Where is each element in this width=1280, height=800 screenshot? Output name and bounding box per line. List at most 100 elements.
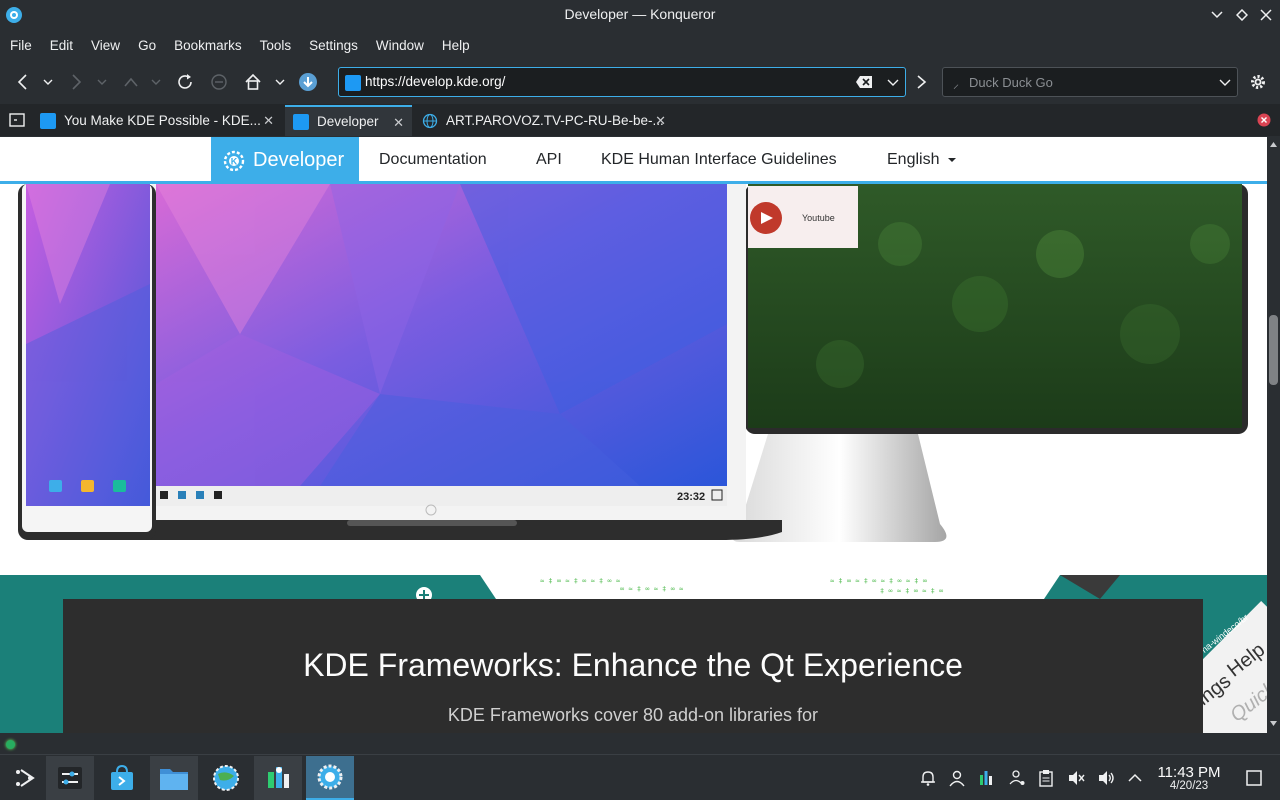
stop-icon[interactable]	[207, 70, 231, 94]
url-bar[interactable]: https://develop.kde.org/	[338, 67, 906, 97]
nav-hig-link[interactable]: KDE Human Interface Guidelines	[601, 151, 837, 169]
forward-history-dropdown[interactable]	[92, 70, 112, 94]
digital-clock[interactable]: 11:43 PM 4/20/23	[1150, 764, 1228, 792]
search-input[interactable]: Duck Duck Go	[969, 75, 1053, 90]
system-tray-expand-chevron-up-icon[interactable]	[1125, 768, 1145, 788]
tab-developer[interactable]: Developer ✕	[285, 105, 412, 136]
svg-text:≈ ‡ ∞ ≈ ‡ ∞ ≈ ‡ ∞ ≈: ≈ ‡ ∞ ≈ ‡ ∞ ≈ ‡ ∞ ≈	[540, 577, 620, 585]
svg-text:‡ ∞ ≈ ‡ ∞ ≈ ‡ ∞: ‡ ∞ ≈ ‡ ∞ ≈ ‡ ∞	[880, 587, 943, 595]
scroll-down-icon[interactable]	[1267, 719, 1280, 729]
konqueror-active-window-icon[interactable]	[306, 756, 354, 800]
kde-favicon-icon	[40, 112, 56, 129]
navigation-toolbar: https://develop.kde.org/ ⸝ Duck Duck Go	[0, 62, 1280, 102]
show-desktop-icon[interactable]	[1244, 768, 1264, 788]
search-engine-chevron-down-icon[interactable]	[1219, 75, 1231, 94]
window-title: Developer — Konqueror	[564, 6, 716, 22]
kde-connect-tray-icon[interactable]	[976, 768, 996, 788]
menu-view[interactable]: View	[83, 32, 128, 59]
menu-tools[interactable]: Tools	[252, 32, 300, 59]
title-bar: Developer — Konqueror	[0, 0, 1280, 30]
tab-kde-donate[interactable]: You Make KDE Possible - KDE... ✕	[32, 105, 282, 136]
search-bar[interactable]: ⸝ Duck Duck Go	[942, 67, 1238, 97]
menu-help[interactable]: Help	[434, 32, 478, 59]
network-user-icon[interactable]	[1007, 768, 1027, 788]
globe-icon	[422, 113, 438, 129]
menu-go[interactable]: Go	[130, 32, 164, 59]
settings-gear-icon[interactable]	[1246, 70, 1270, 94]
forward-button[interactable]	[64, 70, 88, 94]
notifications-bell-icon[interactable]	[918, 768, 938, 788]
tab-label: Developer	[317, 114, 379, 129]
close-tab-icon[interactable]: ✕	[393, 115, 404, 131]
menu-file[interactable]: File	[2, 32, 40, 59]
close-current-tab-icon[interactable]	[1252, 108, 1276, 132]
menu-bar: File Edit View Go Bookmarks Tools Settin…	[0, 30, 1280, 60]
audio-muted-icon[interactable]	[1066, 768, 1086, 788]
menu-edit[interactable]: Edit	[42, 32, 81, 59]
frameworks-headline: KDE Frameworks: Enhance the Qt Experienc…	[303, 647, 963, 683]
kde-connect-app-icon[interactable]	[254, 756, 302, 800]
svg-text:Youtube: Youtube	[802, 213, 835, 223]
clock-time: 11:43 PM	[1157, 764, 1221, 781]
kde-favicon-icon	[293, 113, 309, 130]
frameworks-subtext: KDE Frameworks cover 80 add-on libraries…	[447, 705, 819, 725]
scroll-up-icon[interactable]	[1267, 139, 1280, 149]
status-led-icon	[6, 740, 15, 749]
tab-art-parovoz[interactable]: ART.PAROVOZ.TV-PC-RU-Be-be-... ✕	[414, 105, 674, 136]
page-scrollbar[interactable]	[1267, 137, 1280, 733]
go-icon[interactable]	[910, 70, 934, 94]
frameworks-section: ≈ ‡ ∞ ≈ ‡ ∞ ≈ ‡ ∞ ≈ ∞ ≈ ‡ ∞ ≈ ‡ ∞ ≈ ≈ ‡ …	[0, 575, 1267, 733]
download-icon[interactable]	[296, 70, 320, 94]
system-settings-taskbar-icon[interactable]	[46, 756, 94, 800]
brand-label: Developer	[253, 149, 345, 171]
clock-date: 4/20/23	[1169, 780, 1209, 792]
minimize-button[interactable]	[1208, 6, 1226, 24]
discover-store-icon[interactable]	[98, 756, 146, 800]
scrollbar-thumb[interactable]	[1269, 315, 1278, 385]
url-history-chevron-down-icon[interactable]	[887, 75, 899, 94]
menu-bookmarks[interactable]: Bookmarks	[166, 32, 250, 59]
home-dropdown[interactable]	[270, 70, 290, 94]
dolphin-files-icon[interactable]	[150, 756, 198, 800]
clipboard-icon[interactable]	[1036, 768, 1056, 788]
web-page-viewport[interactable]: K Developer Documentation API KDE Human …	[0, 137, 1267, 733]
application-launcher-icon[interactable]	[0, 756, 48, 800]
tab-bar: You Make KDE Possible - KDE... ✕ Develop…	[0, 104, 1280, 136]
svg-text:K: K	[231, 156, 238, 166]
clear-url-icon[interactable]	[855, 75, 873, 94]
reload-icon[interactable]	[173, 70, 197, 94]
taskbar: 11:43 PM 4/20/23	[0, 754, 1280, 800]
search-engine-icon: ⸝	[953, 77, 960, 91]
maximize-button[interactable]	[1233, 6, 1251, 24]
kde-logo-icon: K	[223, 150, 245, 171]
menu-settings[interactable]: Settings	[301, 32, 366, 59]
svg-text:∞ ≈ ‡ ∞ ≈ ‡ ∞ ≈: ∞ ≈ ‡ ∞ ≈ ‡ ∞ ≈	[620, 585, 683, 593]
tab-label: ART.PAROVOZ.TV-PC-RU-Be-be-...	[446, 113, 664, 128]
volume-icon[interactable]	[1096, 768, 1116, 788]
site-navbar: K Developer Documentation API KDE Human …	[0, 137, 1267, 184]
svg-text:≈ ‡ ∞ ≈ ‡ ∞ ≈ ‡ ∞ ≈ ‡ ∞: ≈ ‡ ∞ ≈ ‡ ∞ ≈ ‡ ∞ ≈ ‡ ∞	[830, 577, 927, 585]
up-dropdown[interactable]	[146, 70, 166, 94]
close-button[interactable]	[1257, 6, 1275, 24]
back-history-dropdown[interactable]	[38, 70, 58, 94]
user-account-icon[interactable]	[947, 768, 967, 788]
url-input[interactable]: https://develop.kde.org/	[365, 74, 505, 89]
nav-documentation-link[interactable]: Documentation	[379, 151, 487, 169]
caret-down-icon	[947, 157, 956, 162]
menu-window[interactable]: Window	[368, 32, 432, 59]
nav-api-link[interactable]: API	[536, 151, 562, 169]
frameworks-card: KDE Frameworks: Enhance the Qt Experienc…	[63, 599, 1203, 733]
home-icon[interactable]	[241, 70, 265, 94]
kde-favicon-icon	[345, 75, 361, 91]
close-tab-icon[interactable]: ✕	[263, 113, 274, 129]
devices-image: Youtube 23:32	[18, 184, 1248, 542]
back-button[interactable]	[11, 70, 35, 94]
site-brand-link[interactable]: K Developer	[211, 137, 359, 184]
language-label: English	[887, 151, 940, 168]
up-button[interactable]	[119, 70, 143, 94]
svg-text:23:32: 23:32	[677, 491, 705, 503]
language-dropdown[interactable]: English	[887, 151, 957, 169]
new-tab-icon[interactable]	[5, 108, 29, 132]
close-tab-icon[interactable]: ✕	[655, 113, 666, 129]
konqueror-launcher-icon[interactable]	[202, 756, 250, 800]
